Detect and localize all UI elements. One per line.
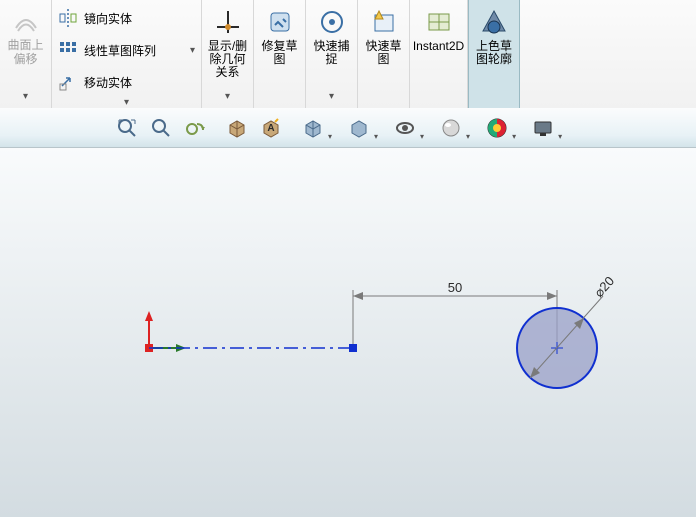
- rapid-sketch-icon: [368, 6, 400, 38]
- dropdown-caret[interactable]: ▾: [329, 91, 334, 106]
- shade-contour-icon: [478, 6, 510, 38]
- shade-contour-label: 上色草 图轮廓: [476, 40, 512, 66]
- view-settings-button[interactable]: [528, 113, 558, 143]
- ribbon-spacer: [520, 0, 696, 108]
- quick-snap-icon: [316, 6, 348, 38]
- linear-pattern-icon: [58, 40, 78, 60]
- ribbon: 曲面上 偏移 ▾ 镜向实体 线性草图阵列 ▾ 移动实体: [0, 0, 696, 109]
- rapid-sketch-button[interactable]: 快速草 图: [358, 0, 410, 108]
- mirror-label: 镜向实体: [84, 10, 132, 27]
- dropdown-caret[interactable]: ▾: [512, 132, 516, 141]
- display-delete-relations-button[interactable]: 显示/删 除几何 关系 ▾: [202, 0, 254, 108]
- dropdown-caret: ▾: [23, 91, 28, 106]
- sketch-canvas: 50 ⌀20: [0, 148, 696, 517]
- dimension-diameter-value: ⌀20: [591, 273, 617, 300]
- quick-snap-label: 快速捕 捉: [313, 40, 349, 66]
- instant2d-label: Instant2D: [413, 40, 464, 53]
- mirror-entities-button[interactable]: 镜向实体: [52, 2, 201, 34]
- dropdown-caret[interactable]: ▾: [558, 132, 562, 141]
- dropdown-caret[interactable]: ▾: [374, 132, 378, 141]
- dropdown-caret[interactable]: ▾: [328, 132, 332, 141]
- centerline-endpoint[interactable]: [349, 344, 357, 352]
- move-label: 移动实体: [84, 74, 132, 91]
- offset-surface-icon: [12, 8, 40, 36]
- view-orientation-button[interactable]: [298, 113, 328, 143]
- display-delete-icon: [212, 6, 244, 38]
- zoom-to-area-button[interactable]: [146, 113, 176, 143]
- heads-up-toolbar: A ▾ ▾ ▾ ▾ ▾ ▾: [0, 108, 696, 148]
- dropdown-caret[interactable]: ▾: [190, 45, 195, 56]
- dropdown-caret[interactable]: ▾: [466, 132, 470, 141]
- sketch-origin: [145, 311, 186, 352]
- group-dropdown-caret[interactable]: ▾: [52, 98, 201, 106]
- graphics-viewport[interactable]: 50 ⌀20: [0, 148, 696, 517]
- rapid-sketch-label: 快速草 图: [365, 40, 401, 66]
- zoom-to-fit-button[interactable]: [112, 113, 142, 143]
- sketch-tools-group: 镜向实体 线性草图阵列 ▾ 移动实体 ▾: [52, 0, 202, 108]
- quick-snap-button[interactable]: 快速捕 捉 ▾: [306, 0, 358, 108]
- dimension-horizontal-value: 50: [448, 280, 462, 295]
- dropdown-caret[interactable]: ▾: [225, 91, 230, 106]
- move-icon: [58, 72, 78, 92]
- repair-sketch-button[interactable]: 修复草 图: [254, 0, 306, 108]
- hide-show-items-button[interactable]: [390, 113, 420, 143]
- edit-appearance-button[interactable]: [436, 113, 466, 143]
- linear-pattern-button[interactable]: 线性草图阵列 ▾: [52, 34, 201, 66]
- shade-sketch-contour-button[interactable]: 上色草 图轮廓: [468, 0, 520, 108]
- svg-text:A: A: [267, 123, 274, 134]
- previous-view-button[interactable]: [180, 113, 210, 143]
- instant2d-icon: [423, 6, 455, 38]
- linear-pattern-label: 线性草图阵列: [84, 42, 156, 59]
- section-view-button[interactable]: [222, 113, 252, 143]
- dynamic-annotation-button[interactable]: A: [256, 113, 286, 143]
- instant2d-button[interactable]: Instant2D: [410, 0, 468, 108]
- repair-sketch-icon: [264, 6, 296, 38]
- display-style-button[interactable]: [344, 113, 374, 143]
- mirror-icon: [58, 8, 78, 28]
- repair-sketch-label: 修复草 图: [261, 40, 297, 66]
- display-delete-label: 显示/删 除几何 关系: [208, 40, 247, 79]
- offset-surface-label: 曲面上 偏移: [6, 8, 46, 66]
- move-entities-button[interactable]: 移动实体: [52, 66, 201, 98]
- offset-surface-button: 曲面上 偏移 ▾: [0, 0, 52, 108]
- apply-scene-button[interactable]: [482, 113, 512, 143]
- dropdown-caret[interactable]: ▾: [420, 132, 424, 141]
